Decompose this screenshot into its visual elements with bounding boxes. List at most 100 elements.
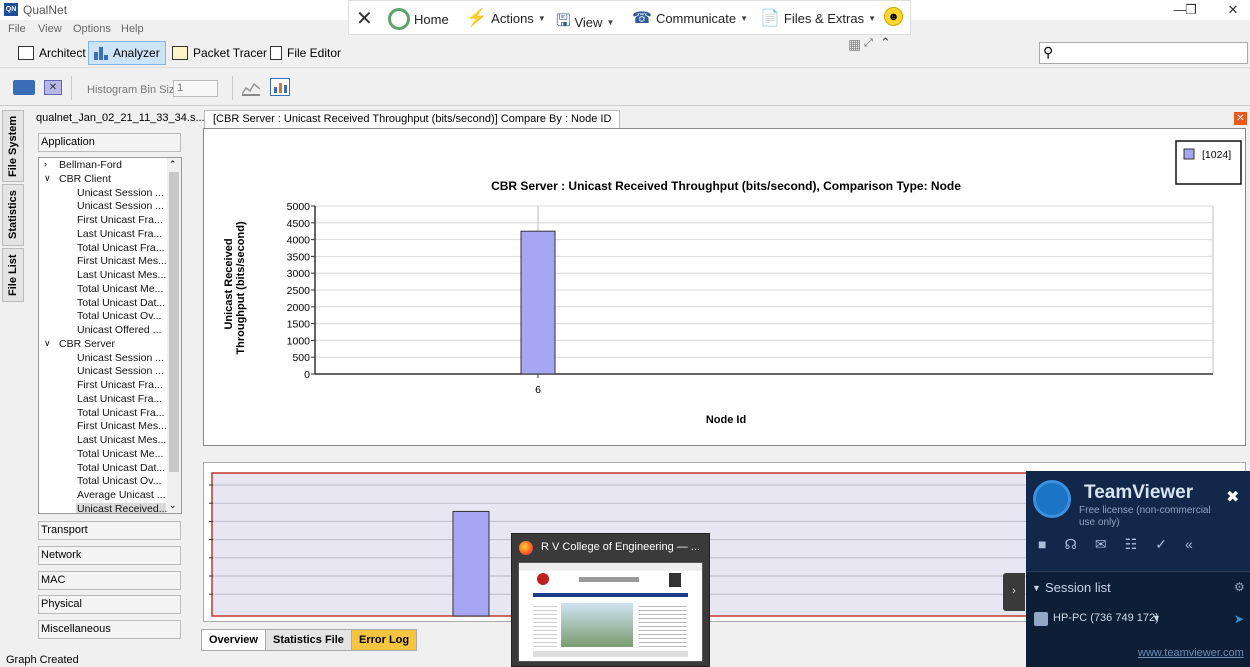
tab-overview[interactable]: Overview [201,629,266,651]
preview-title: R V College of Engineering — ... [541,541,700,553]
tools-icon[interactable]: ✓ [1155,536,1167,553]
tree-item[interactable]: Unicast Offered ... [77,324,161,336]
open-folder-icon[interactable] [13,80,35,95]
scroll-down-icon[interactable]: ⌄ [169,500,177,511]
tv-divider [1026,571,1250,572]
session-item[interactable]: HP-PC (736 749 172) [1053,612,1159,624]
tree-item[interactable]: Total Unicast Me... [77,283,163,295]
y-tick-label: 4000 [287,235,311,247]
files-icon: 📄 [760,10,780,27]
collapse-left-icon[interactable]: « [1185,536,1193,553]
histogram-icon[interactable] [241,80,261,96]
y-tick-label: 0 [304,369,310,381]
category-mac[interactable]: MAC [38,570,181,590]
chevron-down-icon[interactable]: ▼ [1152,613,1161,623]
session-list-title[interactable]: Session list [1045,580,1111,595]
gear-icon[interactable]: ⚙ [1234,580,1245,594]
tv-home-button[interactable]: Home [388,8,449,30]
tree-item[interactable]: Total Unicast Ov... [77,310,161,322]
scroll-up-icon[interactable]: ⌃ [169,159,177,170]
file-editor-button[interactable]: File Editor [264,41,347,65]
grid-icon[interactable]: ▦ [848,36,861,53]
category-application[interactable]: Application [38,133,181,152]
close-session-icon[interactable]: ✕ [356,6,373,31]
tree-item[interactable]: Last Unicast Fra... [77,393,162,405]
x-tick-label: 6 [535,384,541,396]
close-file-icon[interactable]: ✕ [44,80,62,95]
tree-item[interactable]: Bellman-Ford [59,159,122,171]
chevron-right-icon[interactable]: › [44,159,47,169]
bar-chart-icon [94,46,108,60]
category-network[interactable]: Network [38,545,181,565]
files-icon[interactable]: ☷ [1125,536,1138,553]
category-miscellaneous[interactable]: Miscellaneous [38,620,181,640]
architect-button[interactable]: Architect [12,41,92,65]
menu-options[interactable]: Options [73,23,111,35]
analyzer-label: Analyzer [113,46,160,60]
chat-icon[interactable]: ✉ [1095,536,1107,553]
tree-item[interactable]: Unicast Session ... [77,200,164,212]
qualnet-logo-icon: QN [4,3,18,16]
tree-item[interactable]: CBR Client [59,173,111,185]
close-window-button[interactable]: ✕ [1218,2,1248,18]
tree-item[interactable]: Total Unicast Fra... [77,242,165,254]
y-axis-label-line2: Throughput (bits/second) [235,221,247,355]
tree-scroll-thumb[interactable] [169,172,179,472]
tree-item[interactable]: Last Unicast Mes... [77,269,166,281]
tv-view-button[interactable]: 🖫 View ▼ [556,8,614,37]
tree-item[interactable]: CBR Server [59,338,115,350]
tree-item[interactable]: Total Unicast Me... [77,448,163,460]
histogram-bin-input[interactable]: 1 [173,80,218,97]
tab-file-list[interactable]: File List [2,248,24,302]
teamviewer-close-icon[interactable]: ✖ [1226,487,1239,507]
tree-item[interactable]: Total Unicast Dat... [77,297,165,309]
category-transport[interactable]: Transport [38,521,181,540]
menu-file[interactable]: File [8,23,26,35]
tv-files-button[interactable]: 📄 Files & Extras ▼ [760,8,876,28]
tree-item[interactable]: First Unicast Fra... [77,379,163,391]
tree-item[interactable]: First Unicast Fra... [77,214,163,226]
collapse-up-icon[interactable]: ⌃ [880,35,891,51]
chevron-down-icon[interactable]: ∨ [44,173,51,184]
analyzer-button[interactable]: Analyzer [88,41,166,65]
tree-item[interactable]: Total Unicast Ov... [77,475,161,487]
packet-tracer-label: Packet Tracer [193,46,268,60]
tree-item[interactable]: Last Unicast Fra... [77,228,162,240]
packet-tracer-button[interactable]: Packet Tracer [166,41,273,65]
headset-icon[interactable]: ☊ [1064,536,1076,553]
tree-item[interactable]: Unicast Session ... [77,352,164,364]
expand-icon[interactable]: ⤢ [864,37,873,50]
tab-statistics-file[interactable]: Statistics File [265,629,352,651]
video-icon[interactable]: ■ [1038,536,1046,553]
tree-item[interactable]: Unicast Session ... [77,365,164,377]
close-tab-icon[interactable]: ✕ [1234,112,1247,125]
restore-button[interactable]: ❐ [1176,2,1206,18]
search-input[interactable]: ⚲ [1039,42,1248,64]
tree-item[interactable]: Unicast Session ... [77,187,164,199]
teamviewer-link[interactable]: www.teamviewer.com [1138,647,1244,659]
y-tick-label: 5000 [287,201,311,213]
tv-expand-handle[interactable]: › [1003,573,1025,611]
tree-item[interactable]: First Unicast Mes... [77,255,167,267]
chart-export-icon[interactable] [270,78,290,96]
smiley-icon[interactable]: ☻ [884,7,903,26]
tv-communicate-button[interactable]: ☎ Communicate ▼ [632,8,748,28]
tree-item[interactable]: Average Unicast ... [77,489,166,501]
tab-statistics[interactable]: Statistics [2,184,24,246]
firefox-icon [519,541,533,555]
graph-tab[interactable]: [CBR Server : Unicast Received Throughpu… [204,110,621,128]
chevron-down-icon[interactable]: ∨ [44,338,51,349]
menu-view[interactable]: View [38,23,62,35]
tree-item[interactable]: Last Unicast Mes... [77,434,166,446]
tree-item[interactable]: Total Unicast Fra... [77,407,165,419]
category-physical[interactable]: Physical [38,595,181,615]
tab-file-system[interactable]: File System [2,110,24,182]
menu-help[interactable]: Help [121,23,144,35]
tree-item[interactable]: Unicast Received... [76,502,167,513]
tree-item[interactable]: Total Unicast Dat... [77,462,165,474]
toolbar-divider [71,76,72,100]
chevron-down-icon: ▼ [537,13,546,23]
tab-error-log[interactable]: Error Log [351,629,418,651]
tree-item[interactable]: First Unicast Mes... [77,420,167,432]
tv-actions-button[interactable]: ⚡ Actions ▼ [466,8,546,28]
